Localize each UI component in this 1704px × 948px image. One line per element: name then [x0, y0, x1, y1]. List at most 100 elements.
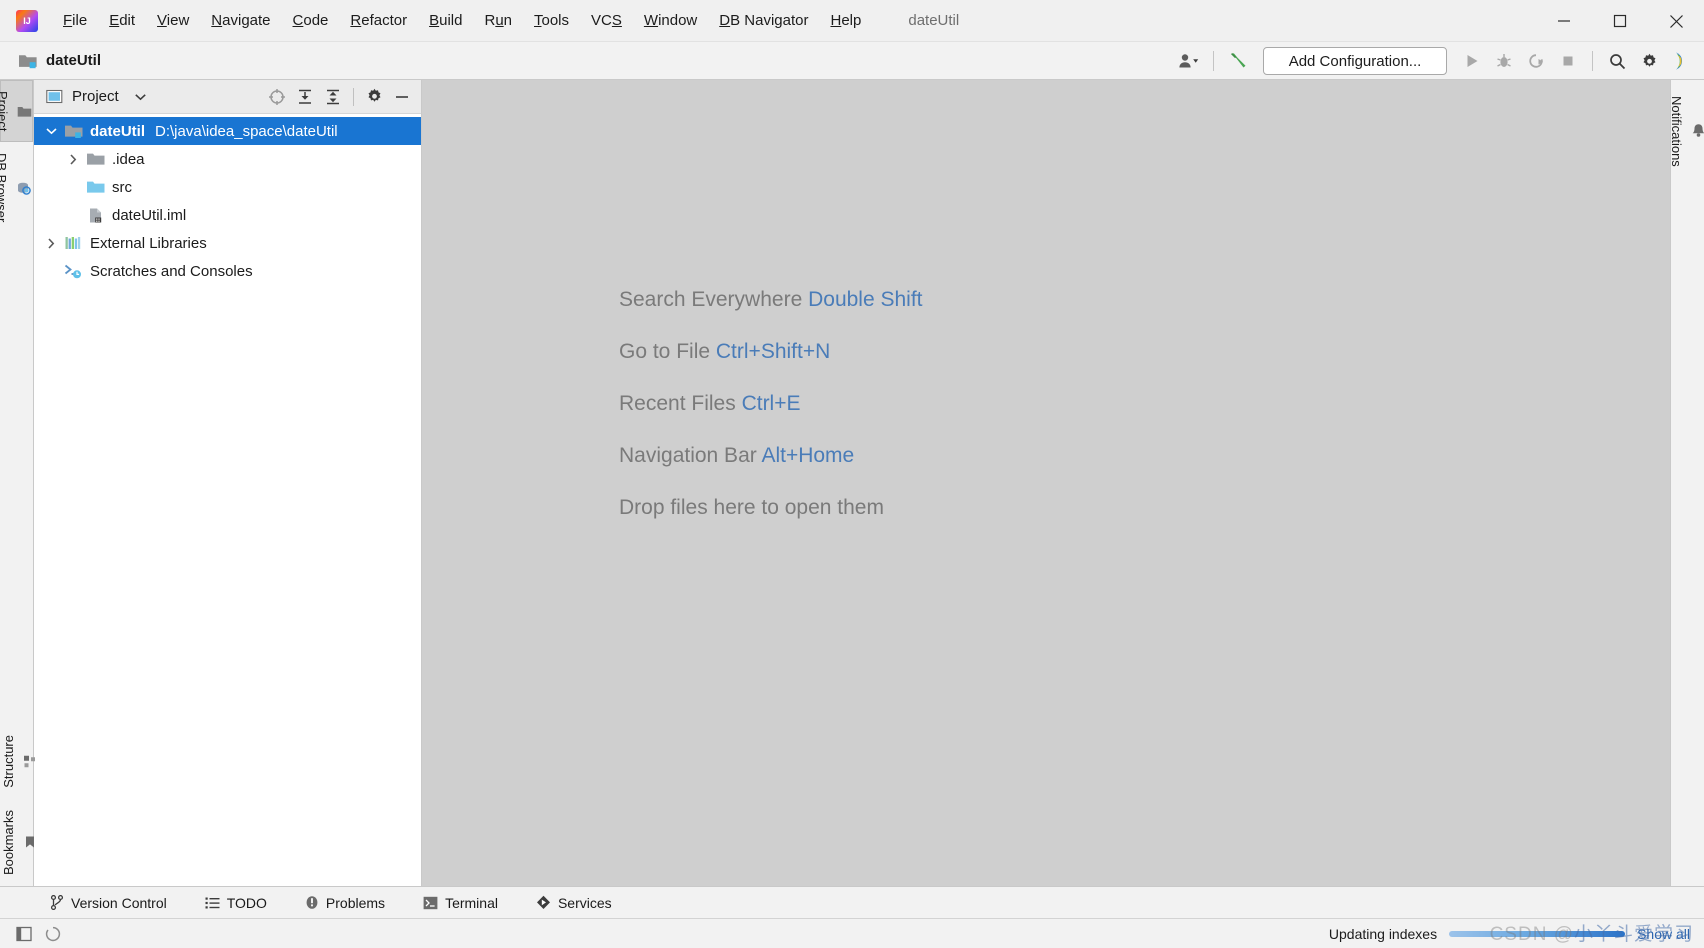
main-body: Project DB Browser Str	[0, 80, 1704, 886]
intellij-idea-logo	[16, 10, 38, 32]
menu-bar: File Edit View Navigate Code Refactor Bu…	[52, 8, 872, 33]
bottom-tool-bar: Version Control TODO	[0, 886, 1704, 918]
sidebar-tab-bookmarks[interactable]: Bookmarks	[0, 799, 33, 886]
project-view-icon	[46, 89, 63, 104]
chevron-right-icon[interactable]	[40, 238, 62, 249]
left-strip-top: Project DB Browser	[0, 80, 33, 234]
menu-item-tools[interactable]: Tools	[523, 8, 580, 33]
minimize-icon[interactable]	[1536, 0, 1592, 42]
spinner-icon[interactable]	[45, 926, 61, 942]
folder-grey-icon	[84, 151, 106, 167]
tree-item-name: External Libraries	[90, 235, 207, 252]
iml-file-icon	[84, 207, 106, 224]
menu-item-run[interactable]: Run	[473, 8, 523, 33]
tree-row[interactable]: dateUtil.iml	[34, 201, 421, 229]
sidebar-tab-db-browser[interactable]: DB Browser	[0, 142, 33, 233]
chevron-down-icon[interactable]	[40, 127, 62, 135]
menu-item-file[interactable]: File	[52, 8, 98, 33]
toolbar-project-label: dateUtil	[0, 52, 101, 69]
bottom-tab-label: Services	[558, 895, 612, 911]
tree-item-name: dateUtil.iml	[112, 207, 186, 224]
menu-item-edit[interactable]: Edit	[98, 8, 146, 33]
bottom-tab-terminal[interactable]: Terminal	[417, 892, 504, 914]
bottom-tab-todo[interactable]: TODO	[199, 892, 273, 914]
right-tool-strip: Notifications	[1670, 80, 1704, 886]
project-panel-actions	[264, 84, 415, 110]
search-magnifier-icon[interactable]	[1602, 47, 1632, 75]
branch-icon	[50, 895, 64, 910]
collapse-all-icon[interactable]	[320, 84, 346, 110]
tree-row[interactable]: src	[34, 173, 421, 201]
services-icon	[536, 895, 551, 910]
bottom-tab-label: TODO	[227, 895, 267, 911]
bottom-tab-version-control[interactable]: Version Control	[44, 892, 173, 914]
project-panel-header: Project	[34, 80, 421, 114]
expand-all-icon[interactable]	[292, 84, 318, 110]
menu-item-build[interactable]: Build	[418, 8, 473, 33]
tree-row[interactable]: Scratches and Consoles	[34, 257, 421, 285]
sidebar-tab-notifications[interactable]: Notifications	[1669, 86, 1704, 177]
build-hammer-icon[interactable]	[1223, 47, 1253, 75]
menu-item-refactor[interactable]: Refactor	[339, 8, 418, 33]
window-title: dateUtil	[908, 12, 959, 29]
close-icon[interactable]	[1648, 0, 1704, 42]
hint-shortcut: Ctrl+E	[742, 392, 801, 415]
sidebar-tab-structure[interactable]: Structure	[0, 724, 33, 799]
idea-window: File Edit View Navigate Code Refactor Bu…	[0, 0, 1704, 948]
sidebar-tab-project-label: Project	[0, 91, 10, 131]
user-account-icon[interactable]	[1174, 47, 1204, 75]
structure-icon	[23, 755, 37, 769]
menu-item-help[interactable]: Help	[819, 8, 872, 33]
scratches-icon	[62, 263, 84, 280]
bottom-tab-label: Version Control	[71, 895, 167, 911]
project-panel-actions-separator	[353, 88, 354, 106]
idea-updates-icon[interactable]	[1666, 47, 1696, 75]
toolbar-separator	[1213, 51, 1214, 71]
hint-shortcut: Ctrl+Shift+N	[716, 340, 830, 363]
hint-search-everywhere: Search Everywhere Double Shift	[619, 288, 923, 312]
show-all-link[interactable]: Show all	[1637, 926, 1690, 942]
sidebar-tab-db-browser-label: DB Browser	[0, 153, 9, 222]
tree-item-name: dateUtil	[90, 123, 145, 140]
tree-row[interactable]: dateUtil D:\java\idea_space\dateUtil	[34, 117, 421, 145]
run-with-coverage-icon[interactable]	[1521, 47, 1551, 75]
target-crosshair-icon[interactable]	[264, 84, 290, 110]
hint-shortcut: Double Shift	[808, 288, 922, 311]
chevron-right-icon[interactable]	[62, 154, 84, 165]
bottom-tab-problems[interactable]: Problems	[299, 892, 391, 914]
db-browser-icon	[16, 181, 32, 196]
add-configuration-button[interactable]: Add Configuration...	[1263, 47, 1447, 75]
debug-bug-icon[interactable]	[1489, 47, 1519, 75]
notifications-bell-icon	[1691, 123, 1704, 139]
gear-icon[interactable]	[361, 84, 387, 110]
menu-item-view[interactable]: View	[146, 8, 200, 33]
hint-drop-files: Drop files here to open them	[619, 496, 923, 520]
bookmarks-icon	[23, 835, 37, 849]
hint-shortcut: Alt+Home	[761, 444, 854, 467]
tree-row[interactable]: .idea	[34, 145, 421, 173]
menu-item-code[interactable]: Code	[282, 8, 340, 33]
module-folder-icon	[18, 52, 38, 69]
tree-item-name: src	[112, 179, 132, 196]
layout-icon[interactable]	[16, 926, 33, 942]
run-play-icon[interactable]	[1457, 47, 1487, 75]
chevron-down-icon[interactable]	[135, 93, 146, 101]
menu-item-navigate[interactable]: Navigate	[200, 8, 281, 33]
indexing-progress-bar	[1449, 931, 1625, 937]
editor-empty-area[interactable]: Search Everywhere Double Shift Go to Fil…	[422, 80, 1670, 886]
maximize-icon[interactable]	[1592, 0, 1648, 42]
menu-item-window[interactable]: Window	[633, 8, 708, 33]
minimize-panel-icon[interactable]	[389, 84, 415, 110]
toolbar-separator-2	[1592, 51, 1593, 71]
libraries-icon	[62, 235, 84, 251]
tree-row[interactable]: External Libraries	[34, 229, 421, 257]
toolbar-right-actions: Add Configuration...	[1174, 42, 1696, 80]
menu-item-vcs[interactable]: VCS	[580, 8, 633, 33]
stop-square-icon[interactable]	[1553, 47, 1583, 75]
tree-item-name: .idea	[112, 151, 145, 168]
sidebar-tab-project[interactable]: Project	[0, 80, 33, 142]
menu-item-db-navigator[interactable]: DB Navigator	[708, 8, 819, 33]
project-folder-icon	[17, 105, 32, 118]
bottom-tab-services[interactable]: Services	[530, 892, 618, 914]
settings-gear-icon[interactable]	[1634, 47, 1664, 75]
